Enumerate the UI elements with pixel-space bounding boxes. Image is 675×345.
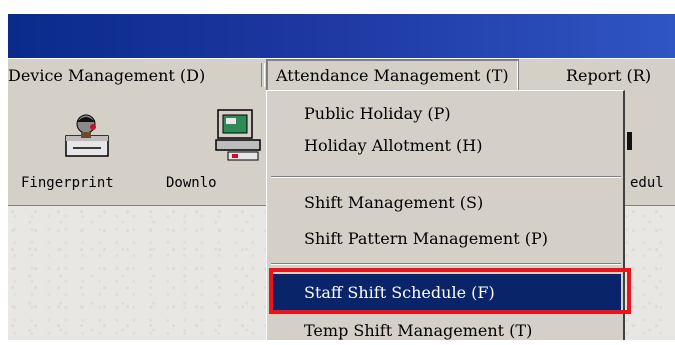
toolbar-label-fingerprint[interactable]: Fingerprint: [21, 175, 114, 191]
menu-separator: [271, 263, 621, 265]
menu-report[interactable]: Report (R): [566, 59, 651, 92]
download-computer-icon[interactable]: [214, 108, 266, 168]
menu-bar: Device Management (D) Attendance Managem…: [8, 58, 675, 93]
screen-margin: [0, 0, 675, 14]
highlight-frame: [269, 268, 631, 314]
fingerprint-scanner-icon[interactable]: [63, 112, 111, 166]
toolbar-label-schedule[interactable]: edul: [630, 175, 664, 191]
schedule-icon[interactable]: [625, 132, 635, 156]
menu-device-management[interactable]: Device Management (D): [8, 59, 205, 92]
toolbar-label-download[interactable]: Downlo: [166, 175, 217, 191]
menu-item-holiday-allotment[interactable]: Holiday Allotment (H): [304, 132, 482, 160]
menu-separator: [261, 63, 265, 87]
menu-item-shift-pattern-management[interactable]: Shift Pattern Management (P): [304, 225, 548, 253]
menu-item-temp-shift-management[interactable]: Temp Shift Management (T): [304, 317, 532, 345]
menu-attendance-management[interactable]: Attendance Management (T): [266, 59, 519, 92]
menu-separator: [271, 176, 621, 178]
menu-item-shift-management[interactable]: Shift Management (S): [304, 189, 483, 217]
menu-item-public-holiday[interactable]: Public Holiday (P): [304, 100, 451, 128]
window-title-bar[interactable]: [8, 14, 675, 58]
